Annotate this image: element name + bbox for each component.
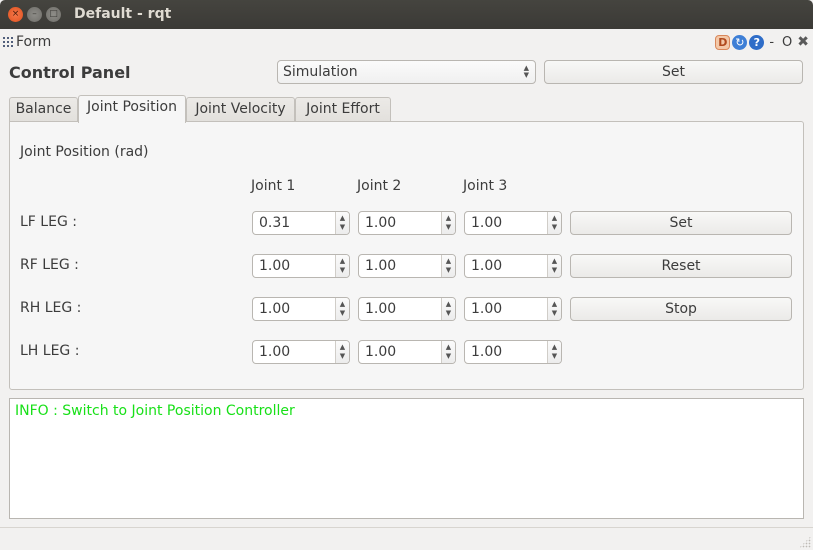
set-button[interactable]: Set (570, 211, 792, 235)
panel-heading: Joint Position (rad) (20, 144, 149, 160)
mode-set-button[interactable]: Set (544, 60, 803, 84)
reset-button[interactable]: Reset (570, 254, 792, 278)
spinbox-value: 1.00 (471, 301, 503, 317)
spinbox-value: 1.00 (259, 258, 291, 274)
row-label: LH LEG : (20, 343, 80, 359)
reload-icon[interactable]: ↻ (732, 34, 748, 50)
joint-spinbox[interactable]: 1.00 ▲ ▼ (464, 254, 562, 278)
log-output[interactable]: INFO : Switch to Joint Position Controll… (9, 398, 804, 519)
row-label: LF LEG : (20, 214, 77, 230)
joint-spinbox[interactable]: 1.00 ▲ ▼ (358, 254, 456, 278)
spinbox-value: 1.00 (471, 215, 503, 231)
spin-arrows-icon[interactable]: ▲ ▼ (335, 341, 349, 363)
spin-arrows-icon[interactable]: ▲ ▼ (547, 255, 561, 277)
mode-select[interactable]: Simulation ▲ ▼ (277, 60, 536, 84)
title-bar: × – □ Default - rqt (0, 0, 813, 29)
joint-spinbox[interactable]: 1.00 ▲ ▼ (464, 340, 562, 364)
spin-arrows-icon[interactable]: ▲ ▼ (547, 341, 561, 363)
tab-joint-velocity[interactable]: Joint Velocity (186, 97, 295, 122)
spinbox-value: 1.00 (365, 301, 397, 317)
spinbox-value: 1.00 (259, 301, 291, 317)
minimize-plugin-button[interactable]: - (766, 35, 777, 50)
spin-arrows-icon[interactable]: ▲ ▼ (335, 212, 349, 234)
joint-spinbox[interactable]: 1.00 ▲ ▼ (464, 211, 562, 235)
spin-arrows-icon[interactable]: ▲ ▼ (547, 298, 561, 320)
status-bar (0, 527, 813, 550)
window-maximize-button[interactable]: □ (46, 7, 61, 22)
spinbox-value: 1.00 (471, 344, 503, 360)
plugin-toolbar: D ↻ ? - O ✖ (715, 33, 809, 51)
dynamic-reconfigure-icon[interactable]: D (715, 34, 731, 50)
control-panel-title: Control Panel (9, 63, 131, 82)
spin-arrows-icon[interactable]: ▲ ▼ (441, 255, 455, 277)
plugin-title: Form (16, 34, 52, 50)
spin-arrows-icon[interactable]: ▲ ▼ (547, 212, 561, 234)
window-title: Default - rqt (74, 6, 172, 22)
select-arrows-icon: ▲ ▼ (523, 64, 529, 79)
joint-spinbox[interactable]: 1.00 ▲ ▼ (358, 211, 456, 235)
spinbox-value: 1.00 (365, 344, 397, 360)
resize-grip-icon[interactable] (799, 536, 811, 548)
spin-arrows-icon[interactable]: ▲ ▼ (441, 212, 455, 234)
float-plugin-button[interactable]: O (779, 35, 795, 50)
joint-spinbox[interactable]: 1.00 ▲ ▼ (252, 297, 350, 321)
spin-arrows-icon[interactable]: ▲ ▼ (441, 341, 455, 363)
stop-button[interactable]: Stop (570, 297, 792, 321)
joint-spinbox[interactable]: 1.00 ▲ ▼ (464, 297, 562, 321)
window-minimize-button[interactable]: – (27, 7, 42, 22)
row-label: RH LEG : (20, 300, 82, 316)
close-plugin-icon[interactable]: ✖ (797, 34, 809, 50)
joint-spinbox[interactable]: 1.00 ▲ ▼ (252, 254, 350, 278)
spin-arrows-icon[interactable]: ▲ ▼ (441, 298, 455, 320)
spinbox-value: 1.00 (471, 258, 503, 274)
column-header-joint-3: Joint 3 (463, 178, 508, 194)
joint-spinbox[interactable]: 1.00 ▲ ▼ (252, 340, 350, 364)
spinbox-value: 1.00 (365, 258, 397, 274)
plugin-bar: Form D ↻ ? - O ✖ (0, 29, 813, 55)
mode-select-value: Simulation (283, 64, 358, 80)
row-label: RF LEG : (20, 257, 79, 273)
column-header-joint-1: Joint 1 (251, 178, 296, 194)
joint-spinbox[interactable]: 1.00 ▲ ▼ (358, 340, 456, 364)
column-header-joint-2: Joint 2 (357, 178, 402, 194)
spinbox-value: 1.00 (365, 215, 397, 231)
spin-arrows-icon[interactable]: ▲ ▼ (335, 255, 349, 277)
spinbox-value: 1.00 (259, 344, 291, 360)
window-close-button[interactable]: × (8, 7, 23, 22)
drag-grip-icon[interactable] (2, 36, 14, 48)
spinbox-value: 0.31 (259, 215, 291, 231)
joint-position-panel: Joint Position (rad) Joint 1 Joint 2 Joi… (9, 121, 804, 390)
help-icon[interactable]: ? (749, 34, 765, 50)
log-line: INFO : Switch to Joint Position Controll… (15, 403, 295, 419)
joint-spinbox[interactable]: 0.31 ▲ ▼ (252, 211, 350, 235)
tab-balance[interactable]: Balance (9, 97, 78, 122)
tab-joint-position[interactable]: Joint Position (78, 95, 186, 123)
joint-spinbox[interactable]: 1.00 ▲ ▼ (358, 297, 456, 321)
tab-joint-effort[interactable]: Joint Effort (295, 97, 391, 122)
spin-arrows-icon[interactable]: ▲ ▼ (335, 298, 349, 320)
